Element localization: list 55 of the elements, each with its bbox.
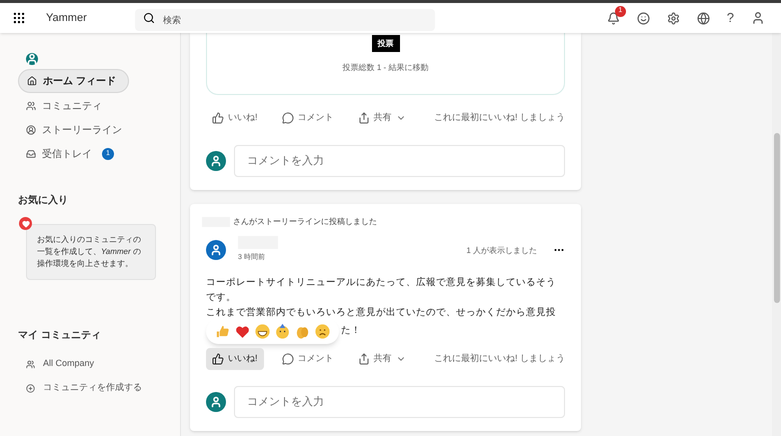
speech-bubble-icon: [282, 352, 294, 365]
like-button[interactable]: いいね!: [206, 348, 264, 370]
search-field[interactable]: 検索: [134, 9, 435, 31]
account-icon[interactable]: [751, 11, 765, 25]
thumb-icon: [212, 112, 224, 124]
party-face-icon[interactable]: [274, 323, 291, 340]
comment-field[interactable]: コメントを入力: [234, 144, 565, 176]
activity-text: さんがストーリーラインに投稿しました: [233, 216, 377, 228]
settings-icon[interactable]: [666, 12, 680, 24]
plus-circle-icon: [26, 384, 35, 392]
like-prompt: これに最初にいいね! しましょう: [434, 111, 565, 124]
scrollbar[interactable]: [772, 33, 781, 436]
app-launcher-icon[interactable]: [12, 11, 26, 25]
post-text: これまで営業部内でもいろいろと意見が出ていたので、せっかくだから意見投: [206, 306, 557, 320]
thumbs-up-icon[interactable]: [214, 323, 231, 340]
help-button[interactable]: ?: [726, 8, 734, 28]
search-icon: [142, 12, 155, 24]
share-icon: [358, 112, 370, 124]
avatar-icon: [206, 240, 226, 260]
post-text: た！: [341, 324, 361, 338]
thumb-icon: [212, 352, 224, 365]
view-count: 1 人が表示しました: [466, 244, 537, 256]
comment-field[interactable]: コメントを入力: [234, 386, 565, 418]
post-text: コーポレートサイトリニューアルにあたって、広報で意見を募集しているそうです。: [206, 276, 557, 305]
vote-button[interactable]: 投票: [372, 35, 400, 52]
notifications-icon[interactable]: [606, 12, 620, 24]
home-icon: [27, 76, 37, 86]
nav-item[interactable]: ホーム フィード: [18, 69, 129, 93]
grinning-face-icon[interactable]: [254, 323, 271, 340]
globe-icon[interactable]: [696, 12, 710, 24]
section-title: マイ コミュニティ: [18, 329, 102, 343]
person-circle-icon: [26, 125, 36, 135]
nav-item[interactable]: コミュニティ: [18, 95, 110, 117]
share-button[interactable]: 共有: [352, 348, 412, 370]
speech-bubble-icon: [282, 112, 294, 124]
nav-item[interactable]: ストーリーライン: [18, 119, 130, 141]
share-icon: [358, 352, 370, 365]
poll-summary: 投票総数 1 - 結果に移動: [342, 62, 428, 74]
people-icon: [26, 360, 35, 368]
community-item[interactable]: コミュニティを作成する: [26, 379, 156, 397]
sad-face-icon[interactable]: [314, 323, 331, 340]
community-item[interactable]: All Company: [26, 355, 156, 373]
app-title: Yammer: [46, 10, 87, 26]
favorites-hint: お気に入りのコミュニティの一覧を作成して、Yammer の操作環境を向上させます。: [26, 224, 156, 280]
avatar-icon: [206, 392, 226, 412]
section-title: お気に入り: [18, 194, 69, 208]
share-button[interactable]: 共有: [352, 107, 412, 128]
avatar-icon: [206, 150, 226, 170]
inbox-icon: [26, 149, 36, 159]
comment-button[interactable]: コメント: [276, 107, 340, 128]
like-prompt: これに最初にいいね! しましょう: [434, 352, 565, 365]
smiley-icon[interactable]: [636, 12, 650, 24]
avatar-icon: [26, 53, 38, 65]
people-icon: [26, 101, 36, 111]
comment-button[interactable]: コメント: [276, 348, 340, 370]
